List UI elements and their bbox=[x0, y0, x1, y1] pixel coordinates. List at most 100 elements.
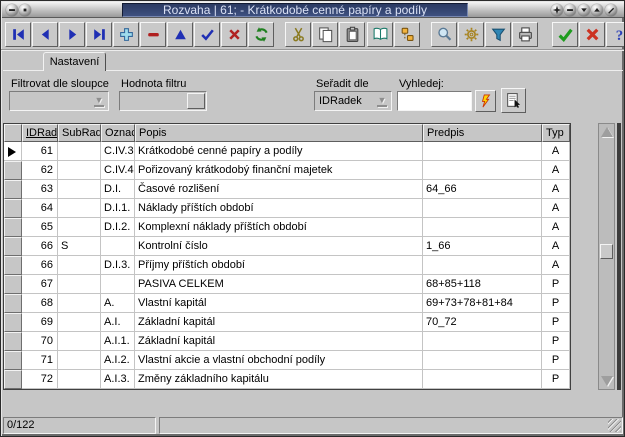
column-header-oznac[interactable]: Oznac bbox=[101, 124, 135, 142]
cell-sub bbox=[58, 218, 101, 237]
cell-popis: Časové rozlišení bbox=[135, 180, 423, 199]
chevron-down-icon: ▼ bbox=[93, 94, 105, 108]
cancel-record-button[interactable] bbox=[221, 22, 247, 47]
cell-popis: Vlastní akcie a vlastní obchodní podíly bbox=[135, 351, 423, 370]
cell-typ: P bbox=[542, 313, 570, 332]
cancel-icon bbox=[226, 26, 243, 43]
open-book-button[interactable] bbox=[367, 22, 393, 47]
window-maximize-button[interactable] bbox=[551, 4, 563, 16]
table-row[interactable]: 71A.I.2.Vlastní akcie a vlastní obchodní… bbox=[4, 351, 570, 370]
cell-popis: Kontrolní číslo bbox=[135, 237, 423, 256]
table-row[interactable]: 63D.I.Časové rozlišení64_66A bbox=[4, 180, 570, 199]
cell-oznac: D.I.2. bbox=[101, 218, 135, 237]
refresh-button[interactable] bbox=[248, 22, 274, 47]
next-record-button[interactable] bbox=[59, 22, 85, 47]
edit-record-button[interactable] bbox=[167, 22, 193, 47]
cell-typ: A bbox=[542, 199, 570, 218]
gear-icon bbox=[463, 26, 480, 43]
window-roll-down-button[interactable] bbox=[578, 4, 590, 16]
help-button[interactable]: ? bbox=[606, 22, 625, 47]
minus-icon bbox=[7, 5, 17, 15]
table-row[interactable]: 62C.IV.4.Pořizovaný krátkodobý finanční … bbox=[4, 161, 570, 180]
first-record-button[interactable] bbox=[5, 22, 31, 47]
scroll-up-icon[interactable] bbox=[601, 127, 613, 137]
delete-record-button[interactable] bbox=[140, 22, 166, 47]
table-row[interactable]: 61C.IV.3.Krátkodobé cenné papíry a podíl… bbox=[4, 142, 570, 161]
filter-value-label: Hodnota filtru bbox=[121, 78, 186, 90]
cell-sub bbox=[58, 256, 101, 275]
close-cancel-button[interactable] bbox=[579, 22, 605, 47]
column-header-sub[interactable]: SubRadek bbox=[58, 124, 101, 142]
table-row[interactable]: 66D.I.3.Příjmy příštích obdobíA bbox=[4, 256, 570, 275]
link-records-button[interactable] bbox=[394, 22, 420, 47]
cell-oznac: A. bbox=[101, 294, 135, 313]
row-indicator bbox=[4, 199, 22, 218]
cell-id: 63 bbox=[22, 180, 58, 199]
column-header-indicator[interactable] bbox=[4, 124, 22, 142]
cell-typ: P bbox=[542, 351, 570, 370]
print-button[interactable] bbox=[512, 22, 538, 47]
search-execute-button[interactable] bbox=[475, 90, 496, 112]
filter-value-field[interactable] bbox=[119, 91, 207, 111]
filter-value-picker-button[interactable] bbox=[187, 93, 205, 109]
column-header-typ[interactable]: Typ bbox=[542, 124, 570, 142]
sort-select[interactable]: IDRadek ▼ bbox=[314, 91, 392, 111]
pencil-icon bbox=[606, 5, 616, 15]
titlebar[interactable]: Rozvaha | 61; - Krátkodobé cenné papíry … bbox=[2, 2, 624, 18]
filter-button[interactable] bbox=[485, 22, 511, 47]
report-select-button[interactable] bbox=[501, 88, 526, 113]
window-shade-button[interactable] bbox=[19, 4, 31, 16]
post-record-button[interactable] bbox=[194, 22, 220, 47]
copy-button[interactable] bbox=[312, 22, 338, 47]
cell-id: 61 bbox=[22, 142, 58, 161]
table-row[interactable]: 69A.I.Základní kapitál70_72P bbox=[4, 313, 570, 332]
cell-popis: Příjmy příštích období bbox=[135, 256, 423, 275]
window-minimize-button[interactable] bbox=[564, 4, 576, 16]
cell-sub bbox=[58, 370, 101, 389]
column-header-popis[interactable]: Popis bbox=[135, 124, 423, 142]
cell-id: 66 bbox=[22, 237, 58, 256]
table-row[interactable]: 66SKontrolní číslo1_66A bbox=[4, 237, 570, 256]
search-input[interactable] bbox=[399, 93, 470, 109]
resize-grip[interactable] bbox=[608, 419, 621, 432]
insert-record-button[interactable] bbox=[113, 22, 139, 47]
cell-sub bbox=[58, 161, 101, 180]
status-counter: 0/122 bbox=[3, 417, 156, 434]
table-row[interactable]: 65D.I.2.Komplexní náklady příštích obdob… bbox=[4, 218, 570, 237]
cell-popis: Základní kapitál bbox=[135, 332, 423, 351]
column-header-predpis[interactable]: Predpis bbox=[423, 124, 542, 142]
cell-sub bbox=[58, 313, 101, 332]
cell-id: 65 bbox=[22, 218, 58, 237]
cell-sub: S bbox=[58, 237, 101, 256]
window-roll-up-button[interactable] bbox=[591, 4, 603, 16]
cell-id: 62 bbox=[22, 161, 58, 180]
settings-button[interactable] bbox=[458, 22, 484, 47]
cell-popis: PASIVA CELKEM bbox=[135, 275, 423, 294]
paste-button[interactable] bbox=[339, 22, 365, 47]
search-field[interactable] bbox=[397, 91, 472, 111]
last-record-button[interactable] bbox=[86, 22, 112, 47]
filter-column-label: Filtrovat dle sloupce bbox=[11, 78, 109, 90]
scroll-down-icon[interactable] bbox=[601, 376, 613, 386]
search-button[interactable] bbox=[431, 22, 457, 47]
tab-nastaveni[interactable]: Nastavení bbox=[43, 52, 106, 71]
table-row[interactable]: 67PASIVA CELKEM68+85+118P bbox=[4, 275, 570, 294]
table-row[interactable]: 64D.I.1.Náklady příštích obdobíA bbox=[4, 199, 570, 218]
filter-column-select[interactable]: ▼ bbox=[9, 91, 109, 111]
cut-button[interactable] bbox=[285, 22, 311, 47]
prior-record-button[interactable] bbox=[32, 22, 58, 47]
ok-button[interactable] bbox=[552, 22, 578, 47]
window-title: Rozvaha | 61; - Krátkodobé cenné papíry … bbox=[122, 3, 468, 17]
cell-typ: A bbox=[542, 161, 570, 180]
table-row[interactable]: 72A.I.3.Změny základního kapitáluP bbox=[4, 370, 570, 389]
window-menu-button[interactable] bbox=[6, 4, 18, 16]
scrollbar-thumb[interactable] bbox=[600, 244, 613, 259]
cell-predpis: 69+73+78+81+84 bbox=[423, 294, 542, 313]
cell-predpis bbox=[423, 256, 542, 275]
column-header-id[interactable]: IDRadek bbox=[22, 124, 58, 142]
help-icon: ? bbox=[611, 26, 625, 43]
table-row[interactable]: 68A.Vlastní kapitál69+73+78+81+84P bbox=[4, 294, 570, 313]
vertical-scrollbar[interactable] bbox=[598, 123, 615, 390]
table-row[interactable]: 70A.I.1.Základní kapitálP bbox=[4, 332, 570, 351]
window-edit-button[interactable] bbox=[605, 4, 617, 16]
